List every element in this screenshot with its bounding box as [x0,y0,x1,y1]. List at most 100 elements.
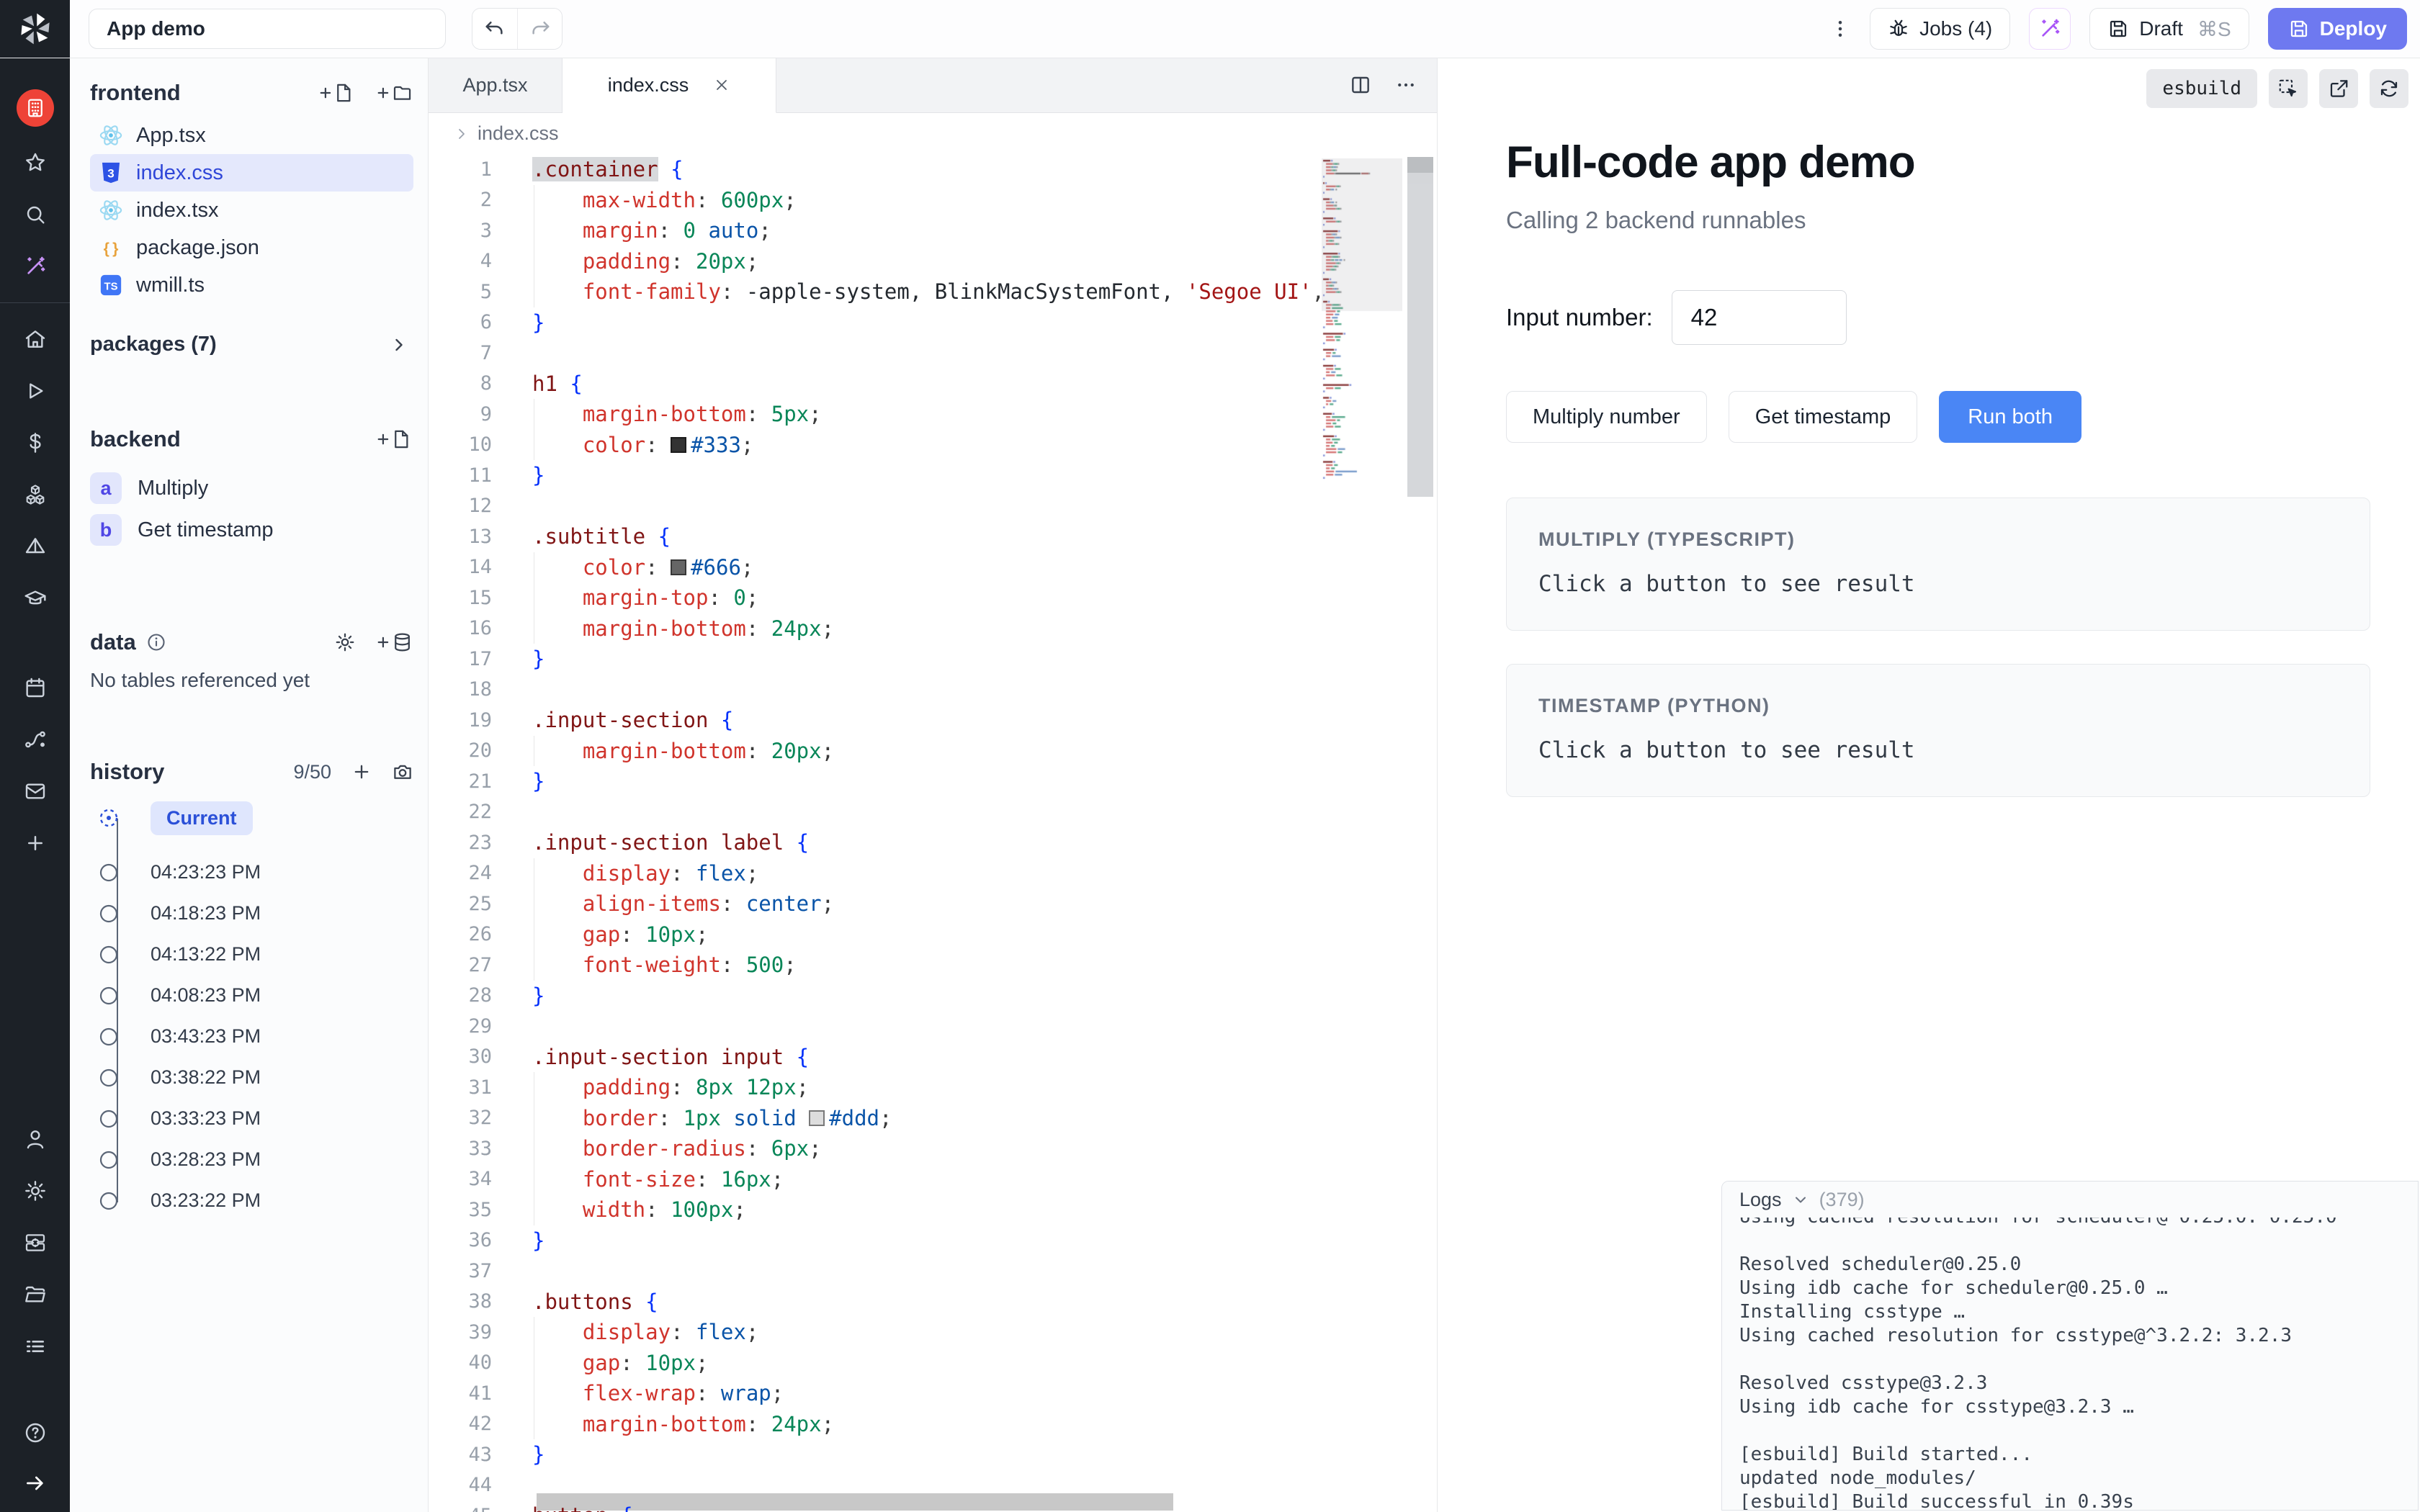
flow-icon[interactable] [17,721,54,758]
input-number-field[interactable] [1672,290,1847,345]
home-icon[interactable] [17,320,54,358]
folder-icon[interactable] [17,1276,54,1313]
add-file-icon[interactable] [318,82,356,104]
color-swatch [671,437,686,453]
history-item[interactable]: 03:33:23 PM [99,1098,413,1139]
play-icon[interactable] [17,372,54,410]
file-item-package-json[interactable]: { }package.json [90,229,413,266]
deploy-button[interactable]: Deploy [2268,8,2407,50]
breadcrumb[interactable]: index.css [429,113,1437,154]
tab-app-tsx[interactable]: App.tsx [429,58,563,112]
code-line: 24 display: flex; [429,858,1437,889]
info-icon[interactable] [146,632,166,652]
snapshot-camera-icon[interactable] [392,761,413,783]
code-line: 13.subtitle { [429,521,1437,552]
user-icon[interactable] [17,1120,54,1158]
plus-icon[interactable] [17,824,54,862]
select-pointer-button[interactable] [2269,69,2308,108]
file-item-wmill-ts[interactable]: TSwmill.ts [90,266,413,304]
runnable-item-get-timestamp[interactable]: bGet timestamp [90,509,413,551]
arrow-right-icon[interactable] [17,1464,54,1502]
star-icon[interactable] [17,144,54,181]
list-icon[interactable] [17,1328,54,1365]
data-settings-gear-icon[interactable] [334,631,356,653]
line-number: 1 [429,158,492,181]
more-options-icon[interactable] [1395,74,1417,96]
magic-wand-icon[interactable] [17,248,54,285]
redo-button[interactable] [517,9,562,49]
app-name-input[interactable] [89,9,446,49]
packages-row[interactable]: packages (7) [90,333,413,356]
line-number: 14 [429,556,492,578]
logs-output[interactable]: Using cached resolution for scheduler@^0… [1739,1218,2411,1510]
history-item[interactable]: 04:18:23 PM [99,893,413,934]
gear-icon[interactable] [17,1172,54,1210]
log-line: [esbuild] Build successful in 0.39s [1739,1490,2411,1511]
cubes-icon[interactable] [17,476,54,513]
history-item[interactable]: 03:23:22 PM [99,1180,413,1221]
line-number: 12 [429,495,492,517]
open-external-button[interactable] [2319,69,2358,108]
tab-index-css[interactable]: index.css [563,58,776,113]
mail-icon[interactable] [17,773,54,810]
log-line: Resolved scheduler@0.25.0 [1739,1253,2411,1277]
logs-count: (379) [1819,1189,1865,1211]
workspace-icon[interactable] [17,89,54,127]
frontend-label: frontend [90,80,181,106]
file-item-index-tsx[interactable]: index.tsx [90,192,413,229]
undo-button[interactable] [472,9,517,49]
line-number: 44 [429,1474,492,1496]
log-line [1739,1419,2411,1443]
chevron-right-icon [389,335,409,355]
help-icon[interactable] [17,1414,54,1452]
add-folder-icon[interactable] [376,82,413,104]
file-item-index-css[interactable]: 3index.css [90,154,413,192]
kebab-menu-icon[interactable] [1829,18,1851,40]
search-icon[interactable] [17,196,54,233]
breadcrumb-file: index.css [478,122,559,145]
calendar-icon[interactable] [17,669,54,706]
draft-shortcut: ⌘S [2197,17,2231,41]
draft-button[interactable]: Draft ⌘S [2089,8,2249,50]
jobs-button[interactable]: Jobs (4) [1870,8,2010,50]
chevron-down-icon[interactable] [1792,1191,1809,1208]
tab-label: index.css [608,74,689,96]
code-line: 25 align-items: center; [429,888,1437,919]
line-number: 19 [429,709,492,732]
file-item-App-tsx[interactable]: App.tsx [90,117,413,154]
code-area[interactable]: 1.container {2 max-width: 600px;3 margin… [429,154,1437,1512]
close-tab-icon[interactable] [713,76,730,94]
add-database-icon[interactable] [376,631,413,653]
worker-gear-icon[interactable] [17,1224,54,1261]
split-editor-icon[interactable] [1349,73,1372,96]
code-line: 36} [429,1225,1437,1256]
dollar-icon[interactable] [17,424,54,462]
history-item[interactable]: 04:13:22 PM [99,934,413,975]
add-runnable-icon[interactable] [376,428,413,450]
history-item[interactable]: 03:43:23 PM [99,1016,413,1057]
runnable-item-multiply[interactable]: aMultiply [90,467,413,509]
code-line: 12 [429,491,1437,522]
history-add-icon[interactable] [351,762,372,782]
history-item[interactable]: 03:38:22 PM [99,1057,413,1098]
data-empty-note: No tables referenced yet [90,669,413,692]
windmill-logo[interactable] [0,0,70,58]
minimap[interactable] [1322,158,1402,547]
select-pointer-icon [2277,78,2299,99]
graduation-cap-icon[interactable] [17,580,54,617]
run-both-button[interactable]: Run both [1939,391,2081,443]
history-item[interactable]: 04:23:23 PM [99,852,413,893]
ai-button[interactable] [2029,8,2071,50]
code-line: 22 [429,797,1437,828]
refresh-button[interactable] [2370,69,2408,108]
get-timestamp-button[interactable]: Get timestamp [1729,391,1918,443]
vertical-scrollbar[interactable] [1407,157,1433,497]
prism-icon[interactable] [17,528,54,565]
logs-header[interactable]: Logs (379) [1722,1182,2418,1218]
timeline-circle-icon [99,986,119,1006]
runtime-badge: esbuild [2146,69,2257,108]
history-current-item[interactable]: Current [99,800,413,836]
history-item[interactable]: 03:28:23 PM [99,1139,413,1180]
history-item[interactable]: 04:08:23 PM [99,975,413,1016]
multiply-number-button[interactable]: Multiply number [1506,391,1707,443]
